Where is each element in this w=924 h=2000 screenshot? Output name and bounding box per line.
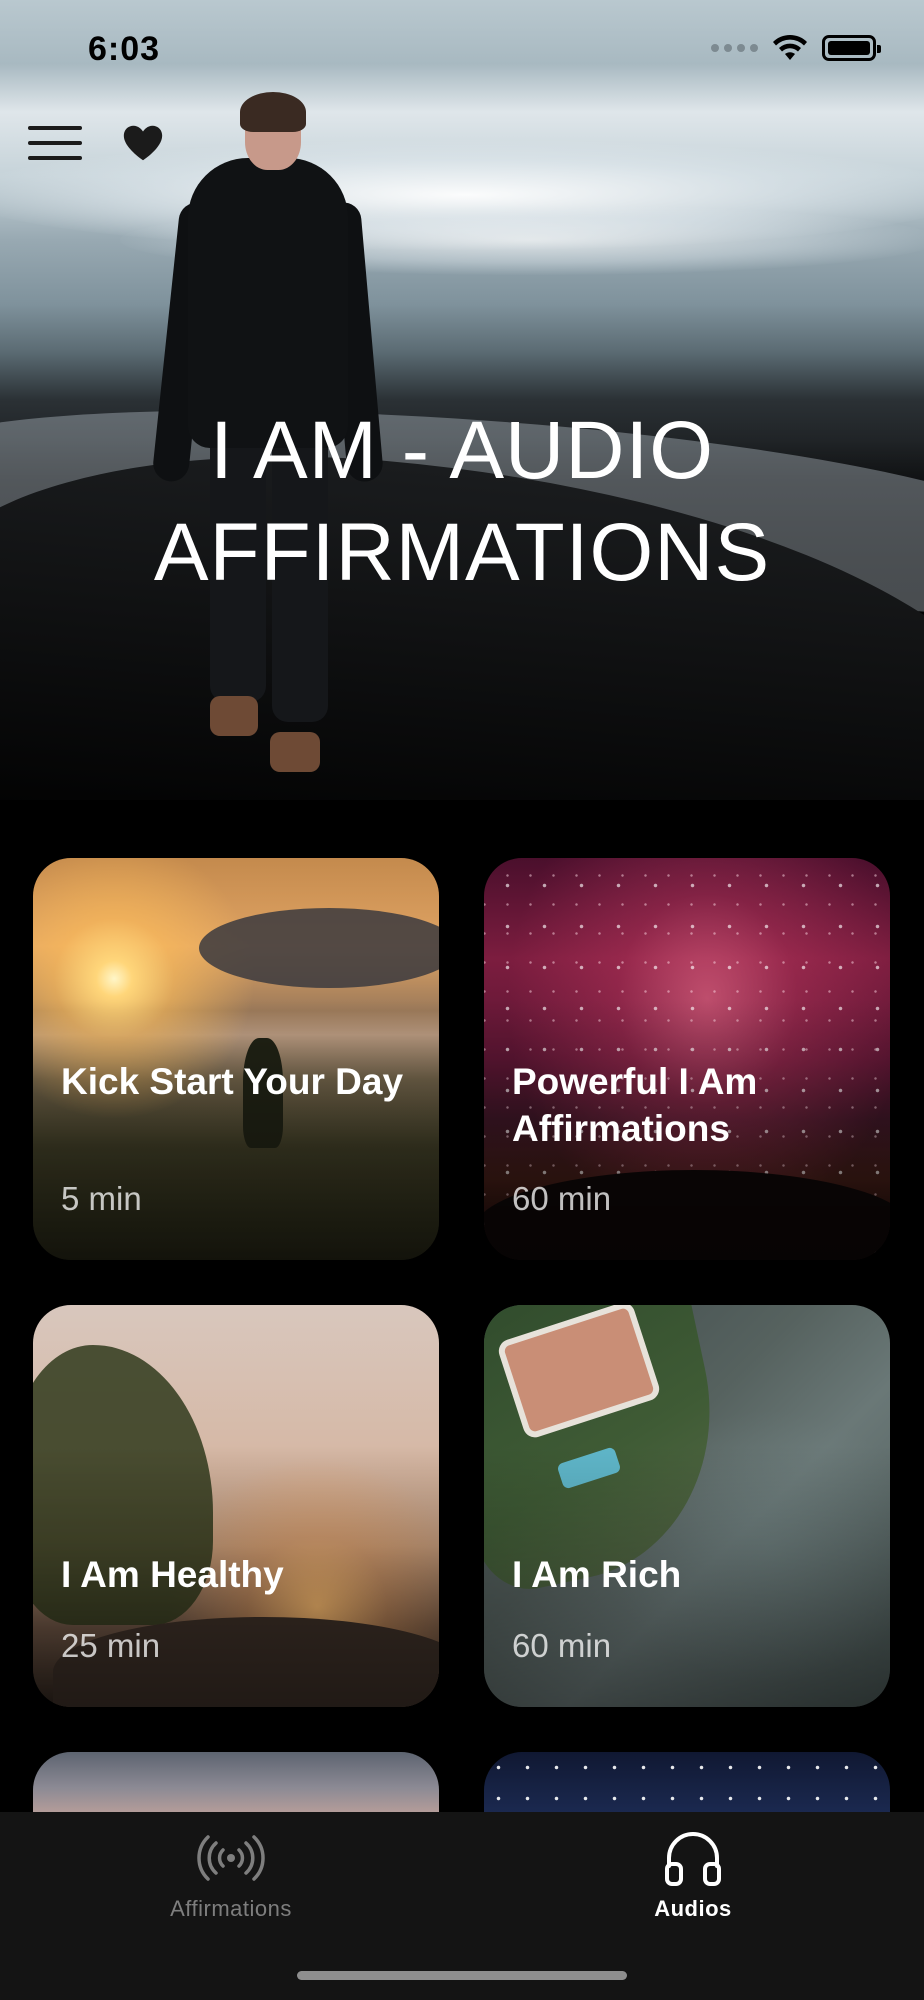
status-bar: 6:03 (0, 0, 924, 100)
top-nav (28, 120, 166, 166)
cellular-signal-icon (711, 44, 758, 52)
audio-card-i-am-healthy[interactable]: I Am Healthy 25 min (33, 1305, 439, 1707)
tab-audios[interactable]: Audios (462, 1812, 924, 1952)
audio-card-title: Powerful I Am Affirmations (512, 1061, 758, 1149)
audio-card-title: I Am Healthy (61, 1554, 284, 1595)
heart-icon[interactable] (120, 120, 166, 166)
hamburger-menu-icon[interactable] (28, 126, 82, 160)
audio-card-title: I Am Rich (512, 1554, 682, 1595)
audio-card-duration: 60 min (512, 1627, 612, 1664)
audio-card-duration: 25 min (61, 1627, 161, 1664)
status-time: 6:03 (88, 30, 161, 68)
audio-card-duration: 5 min (61, 1180, 142, 1217)
headphones-icon (665, 1832, 721, 1886)
hero-person-image (151, 92, 390, 772)
audio-card-kick-start[interactable]: Kick Start Your Day 5 min (33, 858, 439, 1260)
audio-card-title: Kick Start Your Day (61, 1061, 404, 1102)
audio-card-i-am-rich[interactable]: I Am Rich 60 min (484, 1305, 890, 1707)
battery-icon (822, 35, 881, 61)
audio-card-powerful-i-am[interactable]: Powerful I Am Affirmations 60 min (484, 858, 890, 1260)
tab-label: Audios (654, 1896, 732, 1921)
tab-label: Affirmations (170, 1896, 292, 1921)
broadcast-icon (197, 1835, 265, 1881)
audio-card-duration: 60 min (512, 1180, 612, 1217)
home-indicator (297, 1971, 627, 1980)
wifi-icon (773, 34, 807, 60)
hero-title: I AM - AUDIO AFFIRMATIONS (153, 405, 771, 598)
tab-affirmations[interactable]: Affirmations (0, 1812, 462, 1952)
